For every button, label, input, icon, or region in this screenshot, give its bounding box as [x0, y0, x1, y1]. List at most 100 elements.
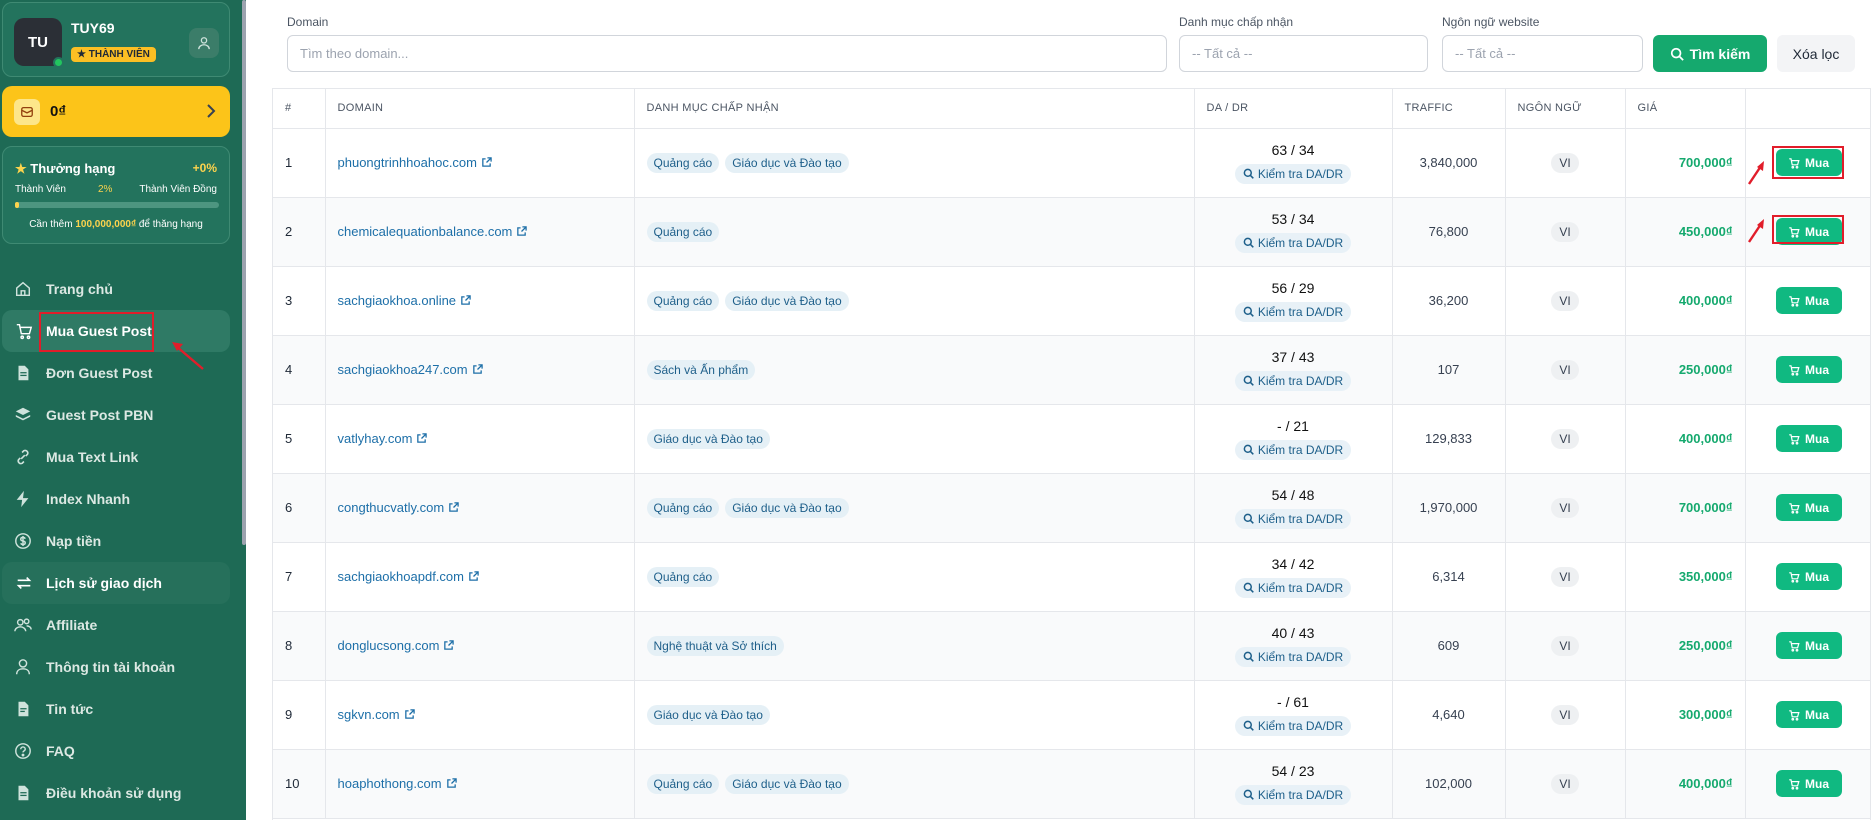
table-row: 4 sachgiaokhoa247.com Sách và Ấn phẩm 37 / … [273, 335, 1870, 405]
sidebar-item-terms[interactable]: Điều khoản sử dụng [0, 772, 246, 814]
sidebar-item-transactions[interactable]: Lịch sử giao dịch [2, 562, 230, 604]
check-da-dr-label: Kiểm tra DA/DR [1257, 580, 1344, 595]
clear-filter-button[interactable]: Xóa lọc [1777, 35, 1855, 72]
traffic-cell: 107 [1392, 335, 1506, 405]
star-icon: ★ [15, 161, 27, 176]
domain-link[interactable]: vatlyhay.com [338, 431, 413, 446]
search-button[interactable]: Tìm kiếm [1653, 35, 1767, 72]
bolt-icon [16, 490, 29, 508]
buy-button[interactable]: Mua [1775, 494, 1842, 521]
sidebar-scrollbar[interactable] [242, 0, 246, 545]
language-cell: VI [1505, 611, 1626, 681]
da-dr-value: 40 / 43 [1271, 624, 1315, 641]
col-header-traffic: TRAFFIC [1392, 89, 1506, 129]
sidebar-item-guest-post-pbn[interactable]: Guest Post PBN [0, 394, 246, 436]
domain-link[interactable]: hoaphothong.com [338, 776, 442, 791]
check-da-dr-button[interactable]: Kiểm tra DA/DR [1234, 577, 1352, 598]
wallet-icon [14, 98, 40, 125]
sidebar-item-account[interactable]: Thông tin tài khoản [0, 646, 246, 688]
cart-icon [1789, 778, 1800, 790]
category-select[interactable]: -- Tất cả -- [1179, 35, 1428, 72]
sidebar-item-buy-text-link[interactable]: Mua Text Link [0, 436, 246, 478]
domain-link[interactable]: donglucsong.com [338, 638, 440, 653]
rank-title: ★ Thưởng hạng [15, 161, 115, 177]
highlight-box-buy-1 [1772, 146, 1844, 179]
language-badge: VI [1551, 497, 1579, 518]
avatar[interactable]: TU [14, 18, 64, 68]
sidebar-item-label: FAQ [46, 743, 75, 759]
sidebar-item-label: Tin tức [46, 701, 94, 717]
sidebar-item-faq[interactable]: FAQ [0, 730, 246, 772]
document-icon [18, 365, 29, 381]
sidebar-item-guest-post-orders[interactable]: Đơn Guest Post [0, 352, 246, 394]
external-link-icon[interactable] [481, 157, 492, 168]
check-da-dr-button[interactable]: Kiểm tra DA/DR [1234, 646, 1352, 667]
buy-button[interactable]: Mua [1775, 770, 1842, 797]
sidebar-item-news[interactable]: Tin tức [0, 688, 246, 730]
check-da-dr-button[interactable]: Kiểm tra DA/DR [1234, 439, 1352, 460]
da-dr-value: 56 / 29 [1271, 279, 1315, 296]
sidebar-item-home[interactable]: Trang chủ [0, 268, 246, 310]
check-da-dr-button[interactable]: Kiểm tra DA/DR [1234, 508, 1352, 529]
category-cell: Giáo dục và Đào tạo [634, 680, 1195, 750]
domain-link[interactable]: sachgiaokhoa.online [338, 293, 457, 308]
check-da-dr-button[interactable]: Kiểm tra DA/DR [1234, 715, 1352, 736]
table-row: 5 vatlyhay.com Giáo dục và Đào tạo - / 21 Ki… [273, 404, 1870, 474]
domain-link[interactable]: sgkvn.com [338, 707, 400, 722]
check-da-dr-button[interactable]: Kiểm tra DA/DR [1234, 301, 1352, 322]
language-filter-label: Ngôn ngữ website [1442, 15, 1540, 29]
category-filter-label: Danh mục chấp nhận [1179, 15, 1294, 29]
external-link-icon[interactable] [446, 778, 457, 789]
buy-button[interactable]: Mua [1775, 425, 1842, 452]
external-link-icon[interactable] [448, 502, 459, 513]
external-link-icon[interactable] [468, 571, 479, 582]
wallet-card[interactable]: 0₫ [2, 86, 230, 137]
sidebar-item-deposit[interactable]: Nạp tiền [0, 520, 246, 562]
domain-cell: sachgiaokhoa.online [325, 266, 635, 336]
domain-search-input[interactable]: Tìm theo domain... [287, 35, 1167, 72]
check-da-dr-button[interactable]: Kiểm tra DA/DR [1234, 370, 1352, 391]
price-cell: 300,000₫ [1625, 680, 1746, 750]
buy-button[interactable]: Mua [1775, 701, 1842, 728]
category-tag: Giáo dục và Đào tạo [646, 704, 770, 725]
domain-link[interactable]: sachgiaokhoa247.com [338, 362, 468, 377]
search-icon [1243, 651, 1254, 662]
cart-icon [16, 323, 33, 340]
language-select[interactable]: -- Tất cả -- [1442, 35, 1643, 72]
domain-cell: phuongtrinhhoahoc.com [325, 128, 635, 198]
external-link-icon[interactable] [416, 433, 428, 444]
external-link-icon[interactable] [516, 226, 528, 237]
sidebar-item-affiliate[interactable]: Affiliate [0, 604, 246, 646]
domain-link[interactable]: congthucvatly.com [338, 500, 445, 515]
check-da-dr-button[interactable]: Kiểm tra DA/DR [1234, 784, 1352, 805]
profile-button[interactable] [189, 28, 219, 58]
traffic-cell: 76,800 [1392, 197, 1506, 267]
check-da-dr-button[interactable]: Kiểm tra DA/DR [1234, 163, 1352, 184]
external-link-icon[interactable] [472, 364, 483, 375]
buy-button[interactable]: Mua [1775, 287, 1842, 314]
domain-link[interactable]: phuongtrinhhoahoc.com [338, 155, 478, 170]
cart-icon [1789, 709, 1800, 721]
domain-link[interactable]: sachgiaokhoapdf.com [338, 569, 464, 584]
buy-button[interactable]: Mua [1775, 356, 1842, 383]
cart-icon [1789, 433, 1800, 445]
search-icon [1243, 444, 1254, 455]
buy-button[interactable]: Mua [1775, 563, 1842, 590]
language-cell: VI [1505, 749, 1626, 819]
da-dr-cell: 40 / 43 Kiểm tra DA/DR [1194, 611, 1393, 681]
external-link-icon[interactable] [460, 295, 471, 306]
domain-cell: sgkvn.com [325, 680, 635, 750]
check-da-dr-label: Kiểm tra DA/DR [1257, 442, 1344, 457]
external-link-icon[interactable] [443, 640, 455, 651]
domain-link[interactable]: chemicalequationbalance.com [338, 224, 513, 239]
cart-icon [1789, 640, 1800, 652]
external-link-icon[interactable] [404, 709, 415, 720]
buy-button[interactable]: Mua [1775, 632, 1842, 659]
buy-button-label: Mua [1805, 638, 1829, 653]
category-tag: Giáo dục và Đào tạo [646, 428, 770, 449]
check-da-dr-button[interactable]: Kiểm tra DA/DR [1234, 232, 1352, 253]
search-icon [1243, 306, 1254, 317]
language-badge: VI [1551, 773, 1579, 794]
da-dr-value: 53 / 34 [1271, 210, 1315, 227]
sidebar-item-index[interactable]: Index Nhanh [0, 478, 246, 520]
